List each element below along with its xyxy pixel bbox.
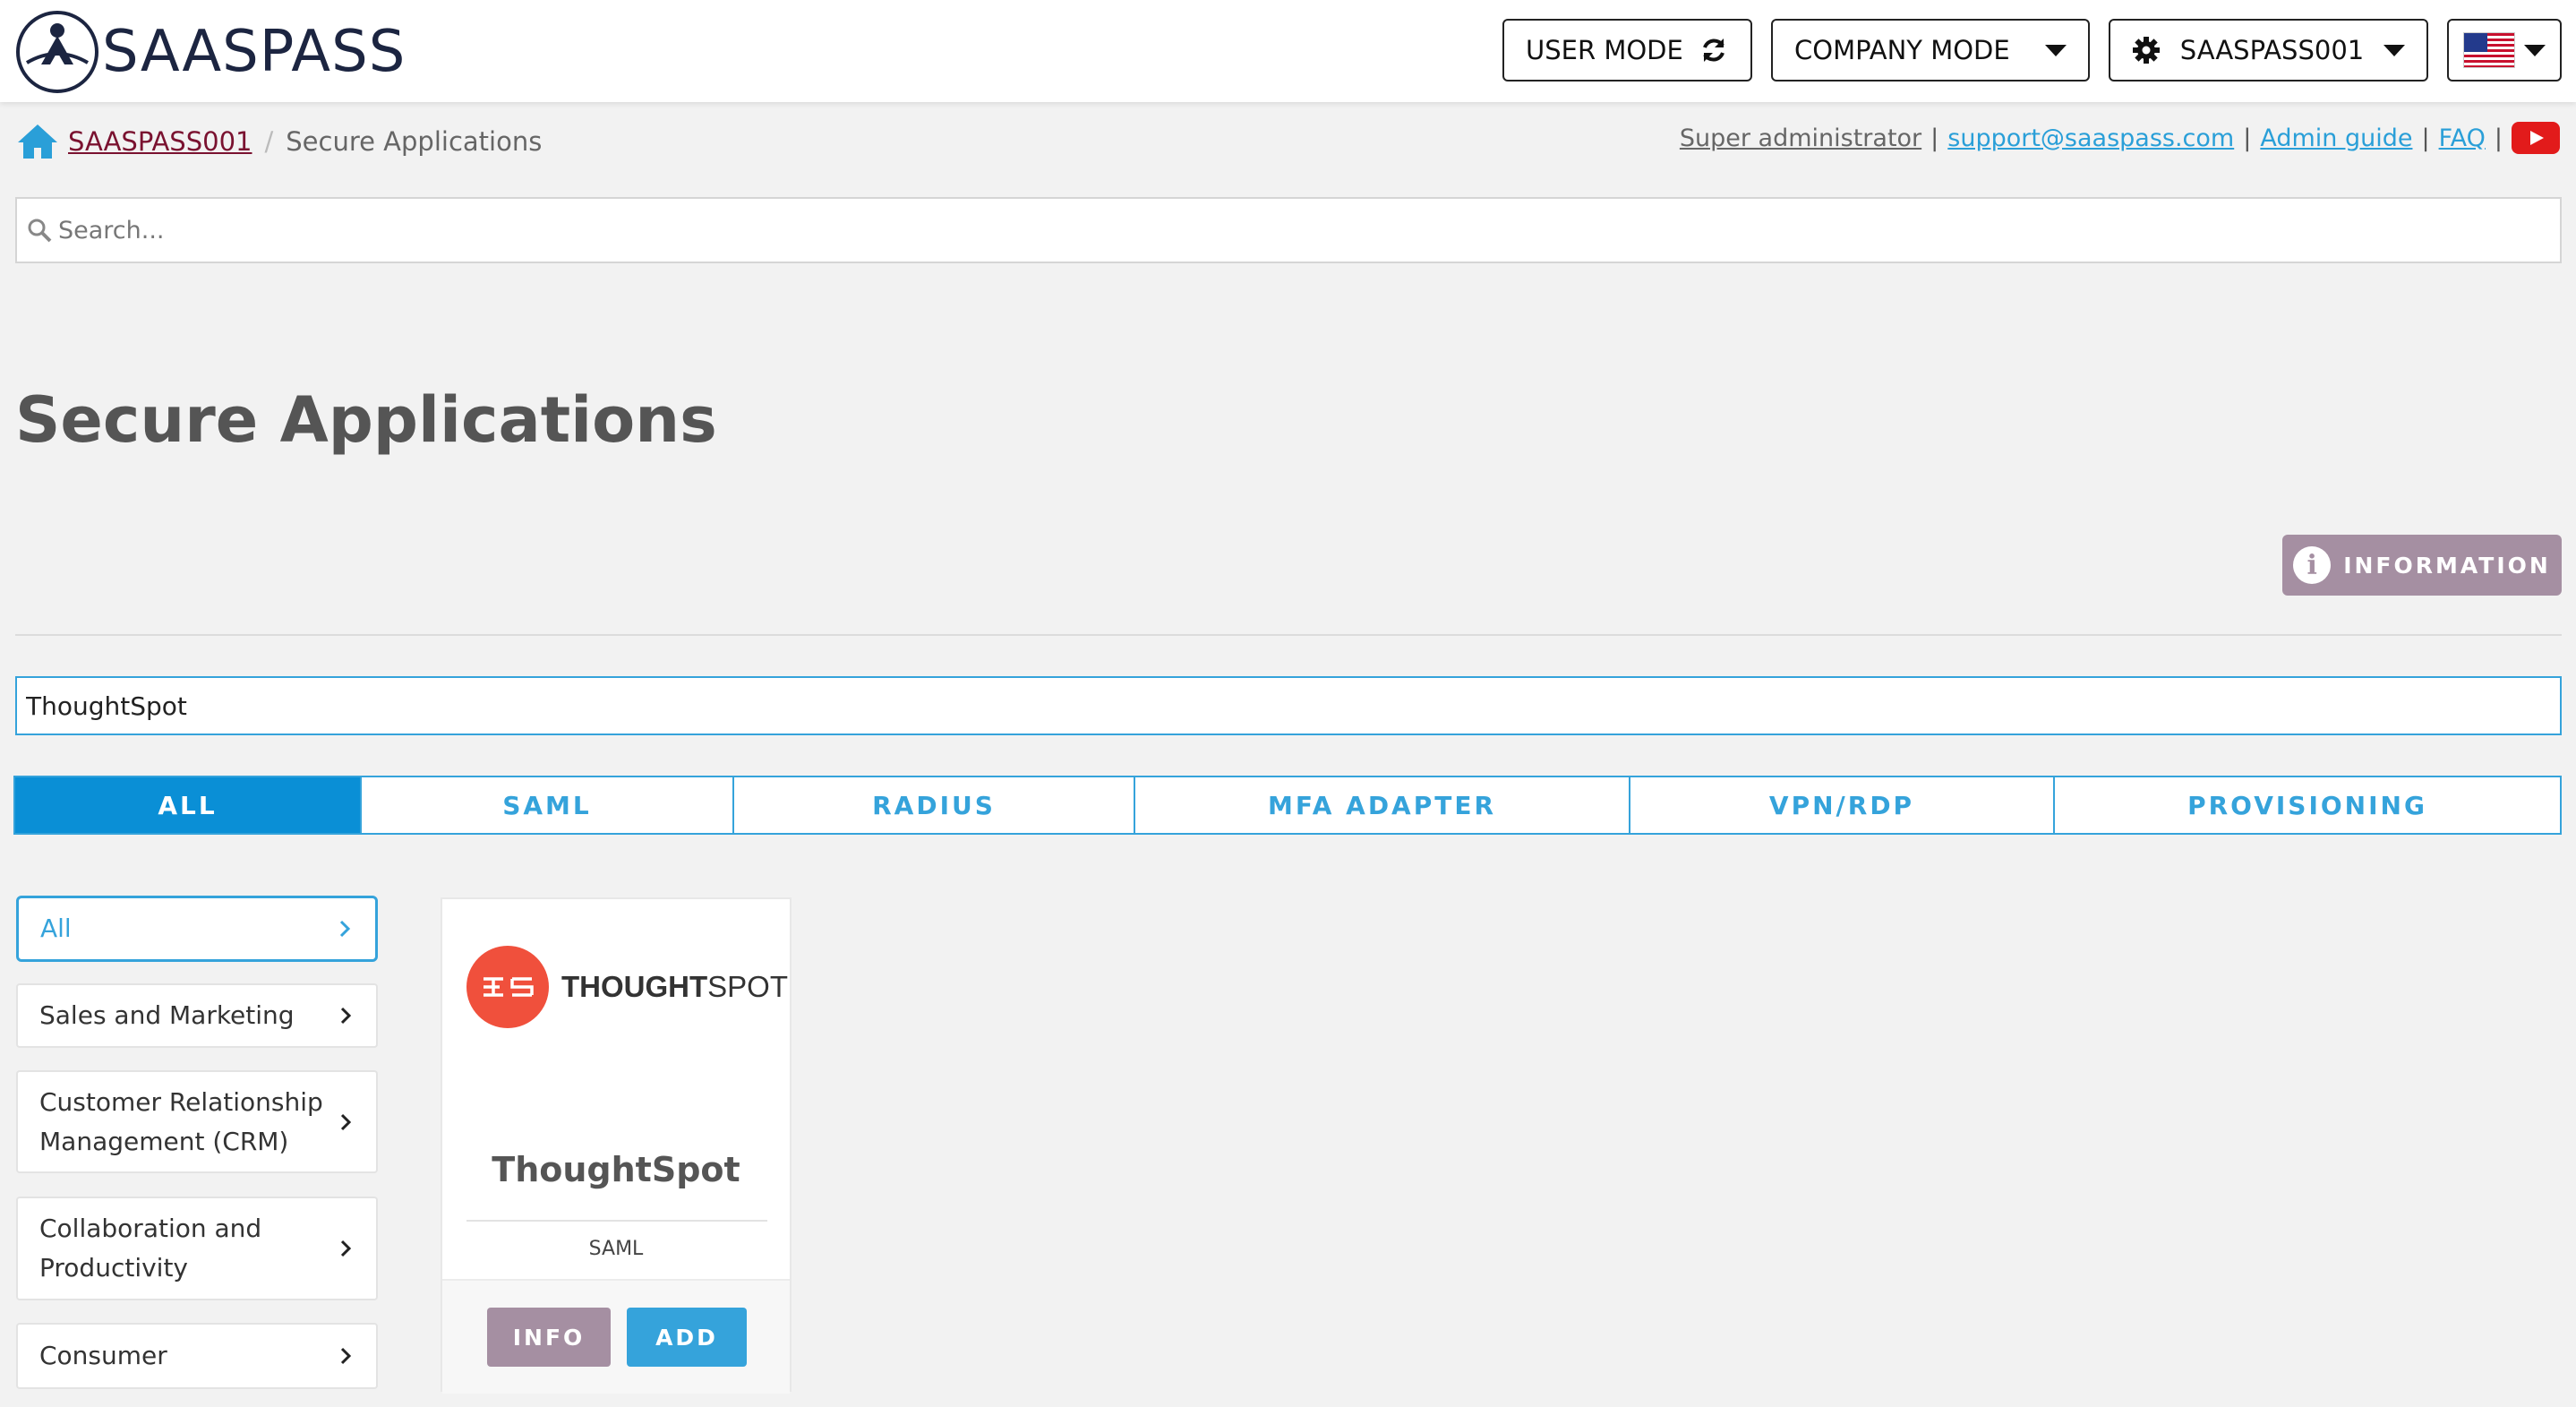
tab-all[interactable]: ALL xyxy=(15,777,362,833)
user-mode-button[interactable]: USER MODE xyxy=(1502,19,1752,82)
org-label: SAASPASS001 xyxy=(2179,35,2365,65)
tab-radius[interactable]: RADIUS xyxy=(734,777,1135,833)
category-collaboration-and-productivity[interactable]: Collaboration and Productivity xyxy=(16,1197,378,1300)
youtube-icon[interactable] xyxy=(2512,122,2560,154)
separator: | xyxy=(2421,124,2430,152)
category-label: Sales and Marketing xyxy=(39,1000,295,1030)
separator: | xyxy=(1930,124,1939,152)
faq-link[interactable]: FAQ xyxy=(2439,124,2486,152)
chevron-right-icon xyxy=(340,1113,352,1130)
app-type-tabs: ALL SAML RADIUS MFA ADAPTER VPN/RDP PROV… xyxy=(13,776,2562,835)
category-crm[interactable]: Customer Relationship Management (CRM) xyxy=(16,1070,378,1173)
info-icon: i xyxy=(2293,546,2332,584)
caret-down-icon xyxy=(2383,44,2405,56)
gear-icon xyxy=(2133,37,2160,64)
caret-down-icon xyxy=(2045,44,2067,56)
language-dropdown[interactable] xyxy=(2447,19,2562,82)
saaspass-logo-icon xyxy=(16,11,98,93)
category-label: Collaboration and Productivity xyxy=(39,1214,262,1283)
top-bar: SAASPASS USER MODE COMPANY MODE SAASPASS… xyxy=(0,0,2576,102)
caret-down-icon xyxy=(2524,44,2546,56)
brand-name: SAASPASS xyxy=(102,19,407,85)
app-card-thoughtspot: THOUGHTSPOT ThoughtSpot SAML INFO ADD xyxy=(441,897,792,1394)
saaspass-logo[interactable]: SAASPASS xyxy=(14,9,406,95)
category-consumer[interactable]: Consumer xyxy=(16,1323,378,1389)
app-filter-input[interactable] xyxy=(24,690,2535,722)
us-flag-icon xyxy=(2463,32,2515,68)
support-email-link[interactable]: support@saaspass.com xyxy=(1947,124,2234,152)
role-link[interactable]: Super administrator xyxy=(1680,124,1921,152)
breadcrumb-home-link[interactable]: SAASPASS001 xyxy=(68,126,252,157)
user-mode-label: USER MODE xyxy=(1526,35,1683,65)
chevron-right-icon xyxy=(340,1007,352,1025)
tab-vpn-rdp[interactable]: VPN/RDP xyxy=(1630,777,2055,833)
app-type: SAML xyxy=(588,1238,644,1260)
breadcrumb: SAASPASS001 / Secure Applications xyxy=(16,122,542,161)
breadcrumb-separator: / xyxy=(264,126,274,157)
app-filter xyxy=(15,676,2562,735)
divider xyxy=(15,634,2562,636)
company-mode-label: COMPANY MODE xyxy=(1794,35,2010,65)
page-title: Secure Applications xyxy=(15,383,717,457)
search-icon xyxy=(28,219,52,243)
thoughtspot-logo-icon xyxy=(466,946,549,1028)
global-search xyxy=(15,197,2562,263)
refresh-icon xyxy=(1703,39,1724,62)
search-input[interactable] xyxy=(56,215,2478,245)
separator: | xyxy=(2243,124,2252,152)
home-icon[interactable] xyxy=(16,123,59,160)
chevron-right-icon xyxy=(340,1347,352,1365)
category-label: All xyxy=(40,914,72,943)
card-divider xyxy=(466,1220,767,1222)
information-button[interactable]: i INFORMATION xyxy=(2282,535,2562,596)
help-links: Super administrator | support@saaspass.c… xyxy=(1680,118,2560,158)
thoughtspot-wordmark: THOUGHTSPOT xyxy=(561,970,789,1003)
chevron-right-icon xyxy=(339,920,351,938)
app-info-button[interactable]: INFO xyxy=(487,1308,611,1367)
admin-guide-link[interactable]: Admin guide xyxy=(2260,124,2412,152)
app-add-button[interactable]: ADD xyxy=(627,1308,747,1367)
company-mode-dropdown[interactable]: COMPANY MODE xyxy=(1771,19,2090,82)
category-label: Customer Relationship Management (CRM) xyxy=(39,1086,323,1156)
information-label: INFORMATION xyxy=(2343,552,2551,579)
card-actions: INFO ADD xyxy=(442,1279,790,1394)
category-label: Consumer xyxy=(39,1341,167,1370)
thoughtspot-logo: THOUGHTSPOT xyxy=(466,944,788,1030)
tab-provisioning[interactable]: PROVISIONING xyxy=(2055,777,2560,833)
category-sales-and-marketing[interactable]: Sales and Marketing xyxy=(16,983,378,1048)
separator: | xyxy=(2494,124,2503,152)
chevron-right-icon xyxy=(340,1240,352,1257)
app-name: ThoughtSpot xyxy=(492,1150,740,1189)
breadcrumb-current: Secure Applications xyxy=(286,126,543,157)
org-settings-dropdown[interactable]: SAASPASS001 xyxy=(2109,19,2428,82)
category-all[interactable]: All xyxy=(16,896,378,962)
tab-mfa-adapter[interactable]: MFA ADAPTER xyxy=(1135,777,1630,833)
tab-saml[interactable]: SAML xyxy=(362,777,734,833)
